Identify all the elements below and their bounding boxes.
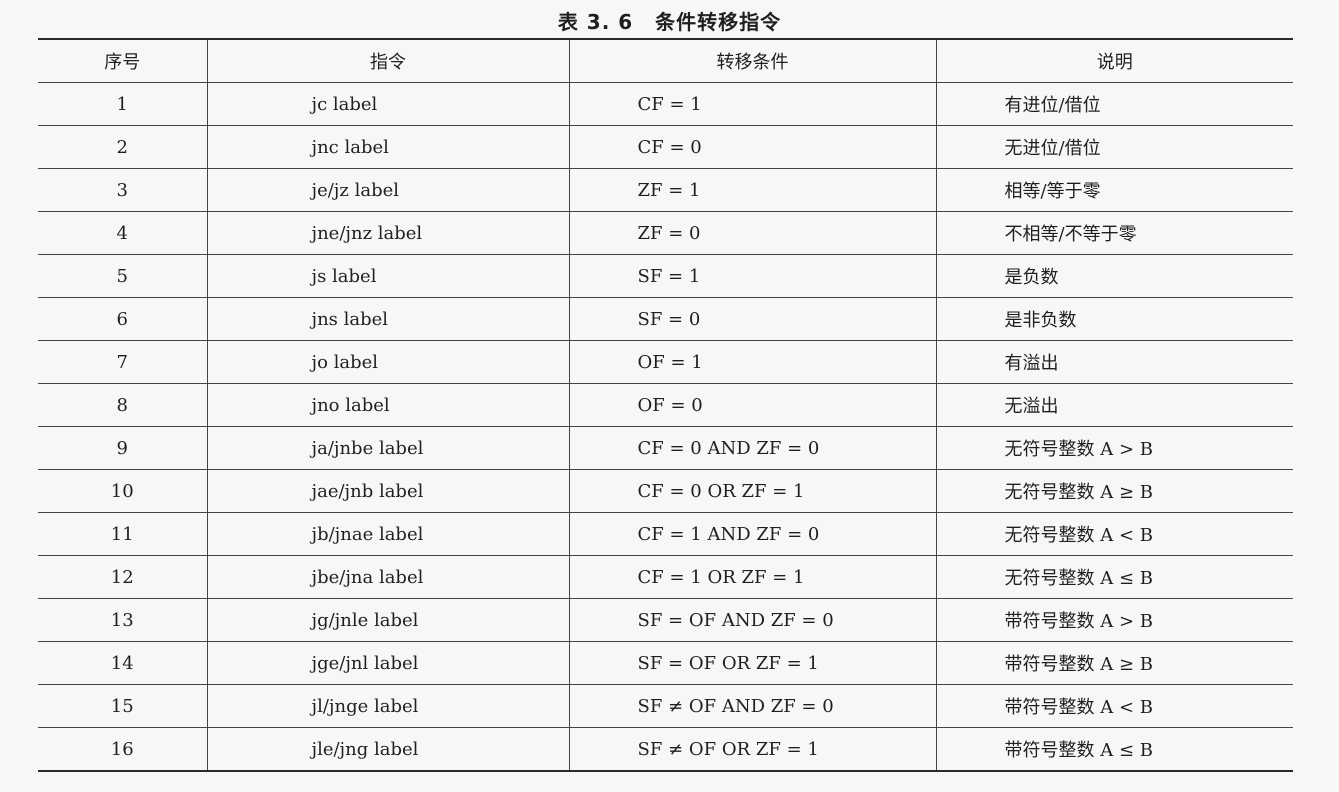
cell-instruction: jbe/jna label — [207, 555, 570, 599]
cell-condition: SF ≠ OF OR ZF = 1 — [569, 727, 937, 772]
cell-description: 相等/等于零 — [936, 168, 1293, 212]
header-instruction: 指令 — [207, 39, 570, 83]
cell-instruction: jl/jnge label — [207, 684, 570, 728]
cell-description: 有进位/借位 — [936, 82, 1293, 126]
cell-index: 7 — [38, 340, 208, 384]
cell-condition: CF = 0 — [569, 125, 937, 169]
table-row: 4 jne/jnz label ZF = 0 不相等/不等于零 — [38, 211, 1293, 255]
cell-description: 有溢出 — [936, 340, 1293, 384]
table-row: 1 jc label CF = 1 有进位/借位 — [38, 82, 1293, 126]
table-row: 5 js label SF = 1 是负数 — [38, 254, 1293, 298]
cell-description: 带符号整数 A ≥ B — [936, 641, 1293, 685]
table-container: 序号 指令 转移条件 说明 1 jc label CF = 1 有进位/借位 2 jnc … — [38, 38, 1293, 772]
cell-condition: CF = 1 AND ZF = 0 — [569, 512, 937, 556]
cell-instruction: ja/jnbe label — [207, 426, 570, 470]
cell-index: 13 — [38, 598, 208, 642]
cell-instruction: jnc label — [207, 125, 570, 169]
cell-instruction: jge/jnl label — [207, 641, 570, 685]
cell-index: 5 — [38, 254, 208, 298]
cell-description: 无符号整数 A ≥ B — [936, 469, 1293, 513]
table-row: 2 jnc label CF = 0 无进位/借位 — [38, 125, 1293, 169]
table-body: 1 jc label CF = 1 有进位/借位 2 jnc label CF = 0 无进位… — [38, 82, 1293, 772]
cell-description: 带符号整数 A < B — [936, 684, 1293, 728]
cell-index: 4 — [38, 211, 208, 255]
table-row: 15 jl/jnge label SF ≠ OF AND ZF = 0 带符号整数 A… — [38, 684, 1293, 728]
table-row: 8 jno label OF = 0 无溢出 — [38, 383, 1293, 427]
table-row: 9 ja/jnbe label CF = 0 AND ZF = 0 无符号整数 A >… — [38, 426, 1293, 470]
cell-description: 是非负数 — [936, 297, 1293, 341]
table-row: 14 jge/jnl label SF = OF OR ZF = 1 带符号整数 A … — [38, 641, 1293, 685]
table-row: 12 jbe/jna label CF = 1 OR ZF = 1 无符号整数 A ≤… — [38, 555, 1293, 599]
cell-description: 带符号整数 A > B — [936, 598, 1293, 642]
cell-instruction: jc label — [207, 82, 570, 126]
cell-instruction: jg/jnle label — [207, 598, 570, 642]
table-row: 13 jg/jnle label SF = OF AND ZF = 0 带符号整数 A… — [38, 598, 1293, 642]
cell-description: 无符号整数 A ≤ B — [936, 555, 1293, 599]
cell-description: 无进位/借位 — [936, 125, 1293, 169]
table-row: 6 jns label SF = 0 是非负数 — [38, 297, 1293, 341]
cell-condition: SF = 1 — [569, 254, 937, 298]
cell-description: 带符号整数 A ≤ B — [936, 727, 1293, 772]
cell-index: 6 — [38, 297, 208, 341]
table-number: 表 3. 6 — [557, 9, 634, 34]
cell-index: 10 — [38, 469, 208, 513]
document-page: 表 3. 6 条件转移指令 序号 指令 转移条件 说明 1 jc label CF … — [0, 0, 1339, 792]
header-index: 序号 — [38, 39, 208, 83]
cell-condition: SF = OF OR ZF = 1 — [569, 641, 937, 685]
cell-index: 16 — [38, 727, 208, 772]
cell-index: 9 — [38, 426, 208, 470]
cell-index: 12 — [38, 555, 208, 599]
cell-condition: OF = 0 — [569, 383, 937, 427]
table-row: 10 jae/jnb label CF = 0 OR ZF = 1 无符号整数 A ≥… — [38, 469, 1293, 513]
cell-condition: OF = 1 — [569, 340, 937, 384]
table-row: 3 je/jz label ZF = 1 相等/等于零 — [38, 168, 1293, 212]
cell-condition: CF = 1 OR ZF = 1 — [569, 555, 937, 599]
cell-description: 不相等/不等于零 — [936, 211, 1293, 255]
cell-description: 无符号整数 A > B — [936, 426, 1293, 470]
cell-index: 2 — [38, 125, 208, 169]
cell-condition: CF = 1 — [569, 82, 937, 126]
header-row: 序号 指令 转移条件 说明 — [38, 39, 1293, 83]
cell-description: 是负数 — [936, 254, 1293, 298]
cell-instruction: jns label — [207, 297, 570, 341]
cell-condition: SF = 0 — [569, 297, 937, 341]
cell-condition: CF = 0 AND ZF = 0 — [569, 426, 937, 470]
cell-instruction: js label — [207, 254, 570, 298]
table-row: 16 jle/jng label SF ≠ OF OR ZF = 1 带符号整数 A … — [38, 727, 1293, 772]
table-row: 7 jo label OF = 1 有溢出 — [38, 340, 1293, 384]
cell-description: 无符号整数 A < B — [936, 512, 1293, 556]
cell-condition: SF = OF AND ZF = 0 — [569, 598, 937, 642]
cell-instruction: jb/jnae label — [207, 512, 570, 556]
cell-instruction: jo label — [207, 340, 570, 384]
cell-index: 15 — [38, 684, 208, 728]
cell-condition: SF ≠ OF AND ZF = 0 — [569, 684, 937, 728]
header-description: 说明 — [936, 39, 1293, 83]
table-title: 条件转移指令 — [655, 9, 782, 34]
conditional-jump-table: 序号 指令 转移条件 说明 1 jc label CF = 1 有进位/借位 2 jnc … — [38, 38, 1293, 772]
cell-condition: ZF = 0 — [569, 211, 937, 255]
cell-instruction: jne/jnz label — [207, 211, 570, 255]
cell-index: 1 — [38, 82, 208, 126]
cell-instruction: jae/jnb label — [207, 469, 570, 513]
cell-instruction: jno label — [207, 383, 570, 427]
cell-index: 14 — [38, 641, 208, 685]
cell-instruction: jle/jng label — [207, 727, 570, 772]
cell-index: 11 — [38, 512, 208, 556]
cell-instruction: je/jz label — [207, 168, 570, 212]
cell-index: 8 — [38, 383, 208, 427]
cell-condition: ZF = 1 — [569, 168, 937, 212]
table-caption: 表 3. 6 条件转移指令 — [0, 4, 1339, 36]
cell-index: 3 — [38, 168, 208, 212]
table-row: 11 jb/jnae label CF = 1 AND ZF = 0 无符号整数 A … — [38, 512, 1293, 556]
table-header: 序号 指令 转移条件 说明 — [38, 39, 1293, 83]
cell-description: 无溢出 — [936, 383, 1293, 427]
cell-condition: CF = 0 OR ZF = 1 — [569, 469, 937, 513]
header-condition: 转移条件 — [569, 39, 937, 83]
